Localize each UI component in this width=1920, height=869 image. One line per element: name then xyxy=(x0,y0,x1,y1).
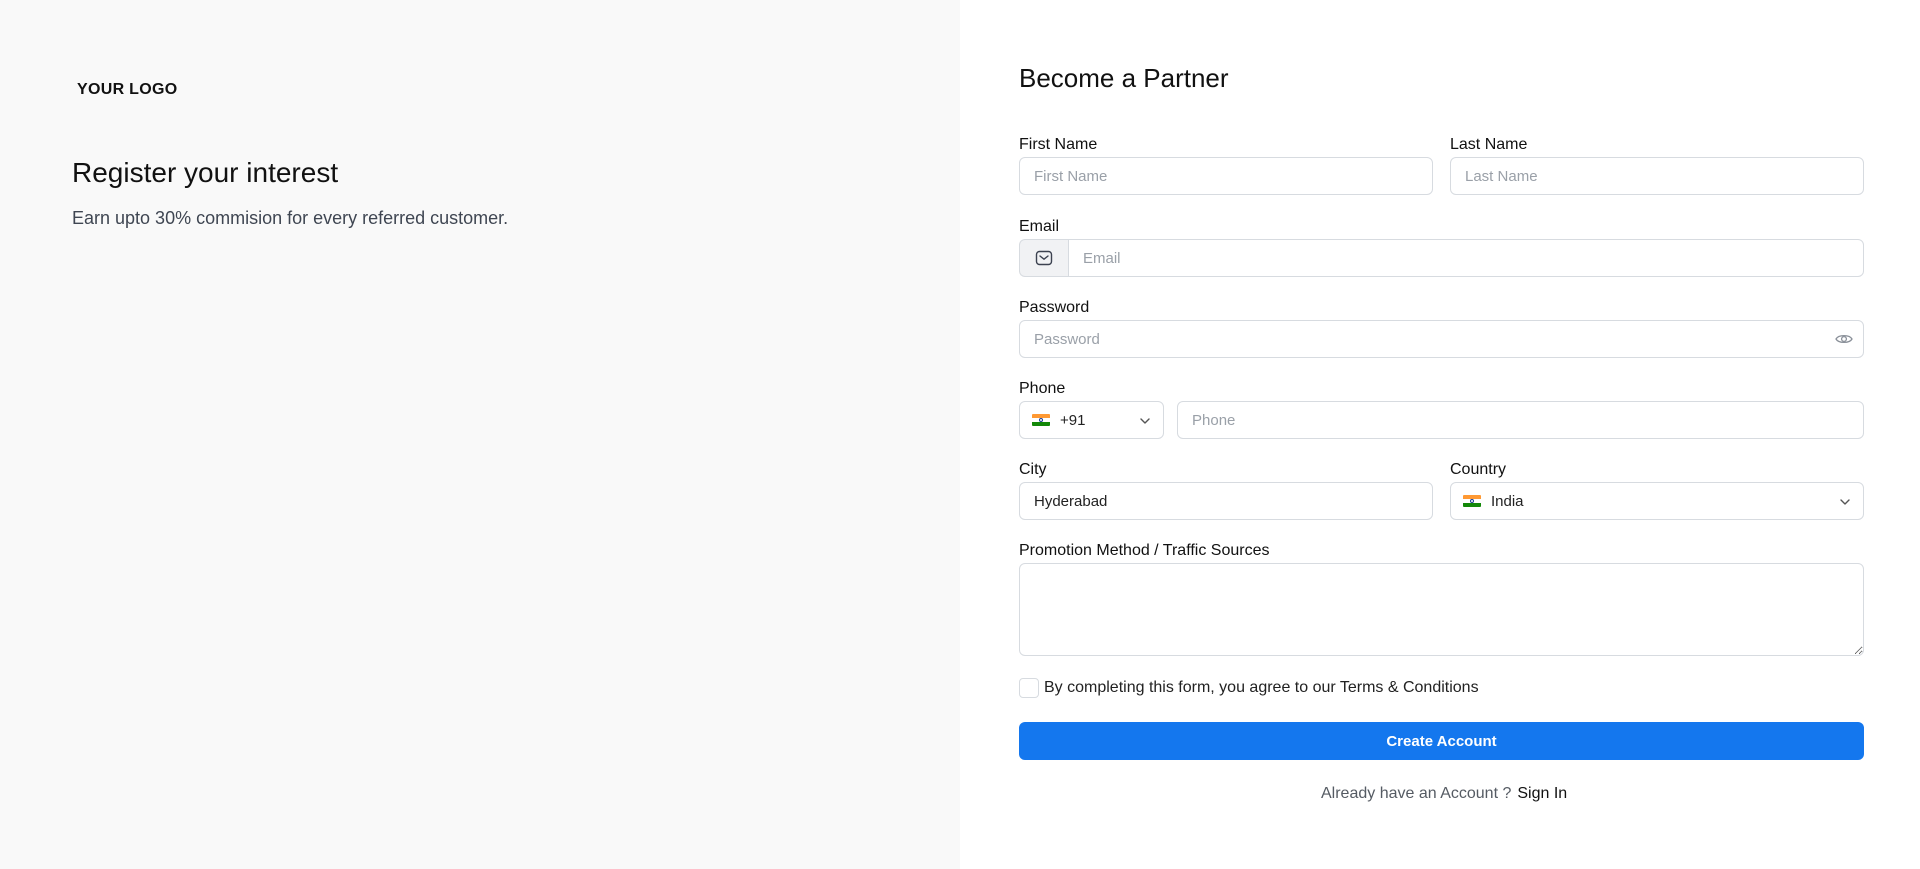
country-label: Country xyxy=(1450,461,1507,478)
password-input[interactable] xyxy=(1019,320,1864,358)
country-code-select[interactable]: +91 xyxy=(1019,401,1164,439)
phone-label: Phone xyxy=(1019,380,1066,397)
hero-subtitle: Earn upto 30% commision for every referr… xyxy=(72,208,509,228)
terms-text[interactable]: By completing this form, you agree to ou… xyxy=(1044,679,1479,697)
signin-prompt: Already have an Account ? xyxy=(1321,785,1512,802)
password-label: Password xyxy=(1019,299,1090,316)
email-input[interactable] xyxy=(1068,239,1864,277)
india-flag-icon xyxy=(1463,495,1481,507)
logo: YOUR LOGO xyxy=(77,81,178,98)
email-addon xyxy=(1019,239,1068,277)
email-label: Email xyxy=(1019,218,1060,235)
last-name-input[interactable] xyxy=(1450,157,1864,195)
city-label: City xyxy=(1019,461,1047,478)
signin-row: Already have an Account ? Sign In xyxy=(1321,785,1567,803)
promotion-label: Promotion Method / Traffic Sources xyxy=(1019,542,1270,559)
page: YOUR LOGO Register your interest Earn up… xyxy=(0,0,1920,869)
form-title: Become a Partner xyxy=(1019,63,1229,93)
country-select[interactable]: India xyxy=(1450,482,1864,520)
chevron-down-icon xyxy=(1140,418,1150,424)
promo-panel: YOUR LOGO Register your interest Earn up… xyxy=(0,0,960,869)
last-name-label: Last Name xyxy=(1450,136,1528,153)
signin-link[interactable]: Sign In xyxy=(1517,785,1567,802)
first-name-label: First Name xyxy=(1019,136,1098,153)
terms-checkbox[interactable] xyxy=(1019,678,1039,698)
country-value: India xyxy=(1491,492,1524,510)
phone-input[interactable] xyxy=(1177,401,1864,439)
eye-icon[interactable] xyxy=(1834,329,1854,349)
hero-title: Register your interest xyxy=(72,157,339,188)
india-flag-icon xyxy=(1032,414,1050,426)
create-account-button[interactable]: Create Account xyxy=(1019,722,1864,760)
first-name-input[interactable] xyxy=(1019,157,1433,195)
chevron-down-icon xyxy=(1840,499,1850,505)
form-panel: Become a Partner First Name Last Name Em… xyxy=(960,0,1920,869)
promotion-textarea[interactable] xyxy=(1019,563,1864,656)
city-input[interactable] xyxy=(1019,482,1433,520)
country-code-value: +91 xyxy=(1060,411,1086,429)
mail-icon xyxy=(1035,250,1053,266)
